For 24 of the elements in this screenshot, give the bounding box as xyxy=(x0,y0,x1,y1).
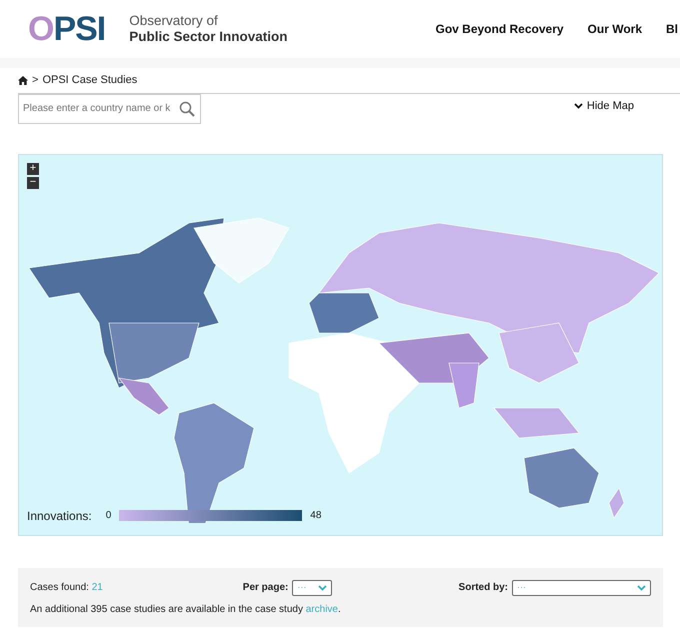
logo-tagline: Public Sector Innovation xyxy=(129,29,288,45)
nav-link[interactable]: Bl xyxy=(666,20,678,38)
archive-notice: An additional 395 case studies are available in the case study archive. xyxy=(30,602,342,616)
zoom-out-button[interactable]: − xyxy=(27,176,39,188)
caret-icon[interactable] xyxy=(318,584,328,590)
nav-link[interactable]: Gov Beyond Recovery xyxy=(436,20,564,38)
legend-max: 48 xyxy=(310,509,322,523)
per-page-label: Per page: xyxy=(242,581,288,595)
sorted-by-label: Sorted by: xyxy=(458,581,508,595)
hide-map-toggle[interactable]: Hide Map xyxy=(574,98,634,114)
breadcrumb-separator: > xyxy=(32,73,38,88)
nav-link[interactable]: Our Work xyxy=(588,20,642,38)
breadcrumb-item: OPSI Case Studies xyxy=(42,73,138,88)
cases-found-count: 21 xyxy=(92,582,103,593)
legend-label: Innovations: xyxy=(27,508,92,524)
zoom-in-button[interactable]: + xyxy=(27,162,39,174)
home-icon[interactable] xyxy=(18,76,28,85)
search-icon[interactable] xyxy=(179,100,195,116)
opsi-logo[interactable]: OPSI xyxy=(28,12,106,46)
logo-tagline: Observatory of xyxy=(129,13,219,29)
caret-icon[interactable] xyxy=(637,584,646,590)
cases-found-label: Cases found: xyxy=(30,582,89,593)
legend-min: 0 xyxy=(106,509,112,523)
search-field[interactable]: Please enter a country name or k xyxy=(18,94,201,124)
